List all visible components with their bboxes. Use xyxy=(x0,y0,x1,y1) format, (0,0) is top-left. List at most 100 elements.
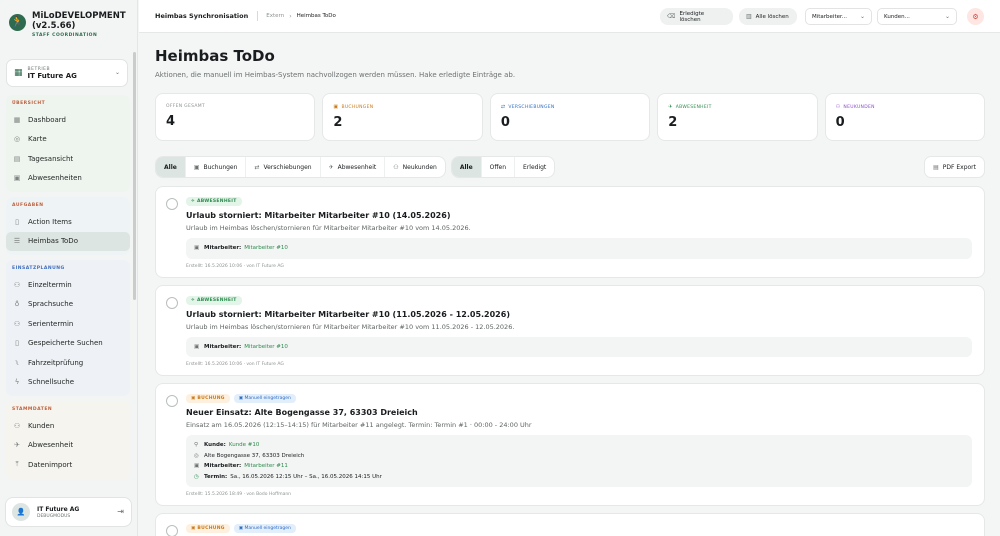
filter-type-verschiebungen[interactable]: ⇄ Verschiebungen xyxy=(246,157,321,177)
map-pin-icon: ◎ xyxy=(13,135,21,144)
microphone-icon: ♁ xyxy=(14,300,20,309)
delete-all-button[interactable]: ▥ Alle löschen xyxy=(739,8,797,25)
map-pin-icon: ◎ xyxy=(194,452,199,459)
manual-tag: ▣ Manuell eingetragen xyxy=(233,524,296,533)
filter-type-alle[interactable]: Alle xyxy=(156,157,186,177)
detail-row: ▣ Mitarbeiter: Mitarbeiter #10 xyxy=(194,243,964,254)
filter-status-erledigt[interactable]: Erledigt xyxy=(515,157,554,177)
todo-card: ✈ ABWESENHEIT Urlaub storniert: Mitarbei… xyxy=(155,284,985,376)
card-description: Urlaub im Heimbas löschen/stornieren für… xyxy=(186,224,471,232)
chevron-down-icon: ⌄ xyxy=(859,13,865,20)
plane-icon: ✈ xyxy=(328,163,334,171)
nav-group-stammdaten: STAMMDATEN ⚇ Kunden ✈ Abwesenheit ⤒ Datenim… xyxy=(6,401,130,479)
sidebar-item-sprachsuche[interactable]: ♁ Sprachsuche xyxy=(6,295,130,315)
filter-status-alle[interactable]: Alle xyxy=(451,157,482,177)
sidebar-item-fahrzeitpruefung[interactable]: ⑊ Fahrzeitprüfung xyxy=(6,353,130,373)
stat-value: 2 xyxy=(668,115,678,130)
delete-completed-button[interactable]: ⌫ Erledigte löschen xyxy=(660,8,733,25)
sidebar-item-label: Abwesenheiten xyxy=(28,174,82,183)
card-details: ▣ Mitarbeiter: Mitarbeiter #10 xyxy=(186,238,972,259)
user-plus-icon: ⚇ xyxy=(393,163,399,171)
sidebar-item-dashboard[interactable]: ▦ Dashboard xyxy=(6,110,130,130)
done-checkbox[interactable] xyxy=(166,395,178,407)
stat-value: 0 xyxy=(835,115,845,130)
sidebar-item-einzeltermin[interactable]: ⚇ Einzeltermin xyxy=(6,275,130,295)
sidebar-item-gespeicherte-suchen[interactable]: ▯ Gespeicherte Suchen xyxy=(6,334,130,354)
sidebar-item-label: Datenimport xyxy=(28,460,73,469)
plane-icon: ✈ xyxy=(668,104,673,110)
button-label: Alle löschen xyxy=(755,13,789,20)
stat-label: ▣ BUCHUNGEN xyxy=(333,104,471,110)
stat-label: ✈ ABWESENHEIT xyxy=(668,104,806,110)
sidebar-item-label: Heimbas ToDo xyxy=(28,237,78,246)
button-label: Erledigte löschen xyxy=(679,10,705,23)
detail-label: Mitarbeiter: xyxy=(204,463,242,470)
route-icon: ⑊ xyxy=(14,358,20,367)
user-plus-icon: ⚇ xyxy=(835,104,841,110)
kunden-select[interactable]: Kunden... ⌄ xyxy=(877,8,957,25)
stat-card-verschiebungen: ⇄ VERSCHIEBUNGEN 0 xyxy=(489,93,651,141)
sidebar-item-abwesenheiten[interactable]: ▣ Abwesenheiten xyxy=(6,169,130,189)
mitarbeiter-select[interactable]: Mitarbeiter... ⌄ xyxy=(805,8,872,25)
filter-label: Neukunden xyxy=(402,163,437,171)
main-content: Heimbas ToDo Aktionen, die manuell im He… xyxy=(155,33,986,536)
arrows-icon: ⇄ xyxy=(500,104,506,110)
clipboard-icon: ▯ xyxy=(15,217,19,226)
todo-card: ▣ BUCHUNG ▣ Manuell eingetragen Neuer Ei… xyxy=(155,383,985,506)
filter-label: Offen xyxy=(489,163,507,171)
sidebar-item-abwesenheit[interactable]: ✈ Abwesenheit xyxy=(6,436,130,456)
stat-label-text: OFFEN GESAMT xyxy=(166,104,205,109)
sidebar-item-datenimport[interactable]: ⤒ Datenimport xyxy=(6,455,130,475)
sidebar-item-heimbas-todo[interactable]: ☰ Heimbas ToDo xyxy=(6,231,130,251)
filter-type-abwesenheit[interactable]: ✈ Abwesenheit xyxy=(321,157,386,177)
detail-row: ▣ Mitarbeiter: Mitarbeiter #10 xyxy=(194,342,964,353)
sidebar-item-schnellsuche[interactable]: ϟ Schnellsuche xyxy=(6,373,130,393)
brand: 🏃 MiLoDEVELOPMENT (v2.5.66) STAFF COORDI… xyxy=(0,0,137,48)
user-card[interactable]: 👤 IT Future AG DEBUGMODUS ⇥ xyxy=(5,497,132,527)
chevron-right-icon: › xyxy=(289,12,292,20)
nav-head: AUFGABEN xyxy=(12,203,44,208)
upload-icon: ⤒ xyxy=(15,460,19,469)
sidebar-item-action-items[interactable]: ▯ Action Items xyxy=(6,212,130,232)
done-checkbox[interactable] xyxy=(166,525,178,536)
sidebar-item-karte[interactable]: ◎ Karte xyxy=(6,130,130,150)
sidebar-item-label: Action Items xyxy=(28,217,72,226)
betrieb-selector[interactable]: ▦ BETRIEB IT Future AG ⌄ xyxy=(6,59,128,87)
sidebar-scrollbar[interactable] xyxy=(133,52,136,300)
bookmark-icon: ▯ xyxy=(15,339,19,348)
filter-label: Erledigt xyxy=(523,163,547,171)
mitarbeiter-link[interactable]: Mitarbeiter #10 xyxy=(244,344,288,350)
filter-type-buchungen[interactable]: ▣ Buchungen xyxy=(186,157,247,177)
nav-group-einsatzplanung: EINSATZPLANUNG ⚇ Einzeltermin ♁ Sprachsuch… xyxy=(6,260,130,396)
stat-label: ⚇ NEUKUNDEN xyxy=(836,104,974,110)
category-tag: ✈ ABWESENHEIT xyxy=(186,295,242,305)
breadcrumb-parent[interactable]: Extern xyxy=(266,13,284,19)
stats-row: OFFEN GESAMT 4 ▣ BUCHUNGEN 2 ⇄ VERSCHIEBUN… xyxy=(155,93,986,141)
brand-version: (v2.5.66) xyxy=(32,21,76,31)
filter-type-neukunden[interactable]: ⚇ Neukunden xyxy=(385,157,445,177)
stat-value: 0 xyxy=(500,115,510,130)
done-checkbox[interactable] xyxy=(166,296,178,309)
sidebar-item-label: Dashboard xyxy=(28,115,66,124)
sidebar: 🏃 MiLoDEVELOPMENT (v2.5.66) STAFF COORDI… xyxy=(0,0,138,536)
mitarbeiter-link[interactable]: Mitarbeiter #11 xyxy=(244,463,288,469)
sidebar-item-label: Sprachsuche xyxy=(28,300,74,309)
sidebar-item-serientermin[interactable]: ⚇ Serientermin xyxy=(6,314,130,334)
nav-head: STAMMDATEN xyxy=(12,407,53,412)
sidebar-item-kunden[interactable]: ⚇ Kunden xyxy=(6,416,130,436)
done-checkbox[interactable] xyxy=(166,198,178,210)
kunde-link[interactable]: Kunde #10 xyxy=(229,442,260,448)
lightning-icon: ϟ xyxy=(14,378,20,387)
nav-head: EINSATZPLANUNG xyxy=(12,266,65,271)
mitarbeiter-link[interactable]: Mitarbeiter #10 xyxy=(244,245,288,251)
filter-status-offen[interactable]: Offen xyxy=(482,157,516,177)
users-icon: ⚇ xyxy=(13,280,21,289)
topbar: Heimbas Synchronisation Extern › Heimbas… xyxy=(139,0,1000,33)
betrieb-value: IT Future AG xyxy=(27,71,77,80)
todo-card: ▣ BUCHUNG ▣ Manuell eingetragen xyxy=(155,513,985,536)
bug-icon[interactable]: ⚙ xyxy=(967,8,984,25)
sidebar-item-tagesansicht[interactable]: ▤ Tagesansicht xyxy=(6,149,130,169)
card-title: Neuer Einsatz: Alte Bogengasse 37, 63303… xyxy=(186,408,418,417)
logout-icon[interactable]: ⇥ xyxy=(117,507,124,516)
pdf-export-button[interactable]: ▤ PDF Export xyxy=(924,156,985,178)
